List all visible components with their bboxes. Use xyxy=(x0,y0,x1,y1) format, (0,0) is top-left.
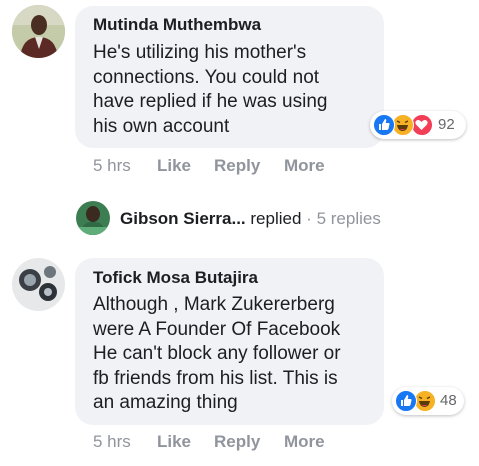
comment-line: He can't block any follower or xyxy=(93,343,341,364)
like-icon xyxy=(395,390,417,412)
reaction-count: 48 xyxy=(440,392,457,409)
like-icon xyxy=(373,114,395,136)
comment-text: Although , Mark Zukererberg were A Found… xyxy=(93,293,341,416)
comment-text: He's utilizing his mother's connections.… xyxy=(93,41,327,139)
replied-text: replied xyxy=(250,209,302,228)
love-icon xyxy=(411,114,433,136)
reaction-summary[interactable]: 92 xyxy=(370,111,466,139)
comment-line: connections. You could not xyxy=(93,66,320,88)
reaction-summary[interactable]: 48 xyxy=(392,387,464,415)
comment-author[interactable]: Tofick Mosa Butajira xyxy=(93,268,258,288)
replier-name: Gibson Sierra... xyxy=(120,209,246,228)
more-button[interactable]: More xyxy=(284,432,325,452)
avatar-mutinda[interactable] xyxy=(12,5,65,58)
haha-icon xyxy=(392,114,414,136)
reply-count: 5 replies xyxy=(316,209,381,228)
reaction-count: 92 xyxy=(438,116,455,133)
comment-line: Although , Mark Zukererberg xyxy=(93,294,335,315)
comment-line: fb friends from his list. This is xyxy=(93,367,338,389)
comment-line: were A Founder Of Facebook xyxy=(93,318,341,340)
comment-line: He's utilizing his mother's xyxy=(93,42,307,63)
comment-line: have replied if he was using xyxy=(93,91,328,112)
like-button[interactable]: Like xyxy=(157,432,191,452)
view-replies-link[interactable]: Gibson Sierra... replied · 5 replies xyxy=(120,209,381,229)
comment-timestamp[interactable]: 5 hrs xyxy=(93,432,131,452)
more-button[interactable]: More xyxy=(284,156,325,176)
avatar-gibson[interactable] xyxy=(76,201,110,235)
comment-author[interactable]: Mutinda Muthembwa xyxy=(93,15,261,35)
comment-timestamp[interactable]: 5 hrs xyxy=(93,156,131,176)
avatar-tofick[interactable] xyxy=(12,258,65,311)
like-button[interactable]: Like xyxy=(157,156,191,176)
comment-line: his own account xyxy=(93,115,230,137)
haha-icon xyxy=(414,390,436,412)
reply-button[interactable]: Reply xyxy=(214,156,260,176)
comment-line: an amazing thing xyxy=(93,392,238,413)
separator-dot: · xyxy=(306,209,312,228)
reply-button[interactable]: Reply xyxy=(214,432,260,452)
